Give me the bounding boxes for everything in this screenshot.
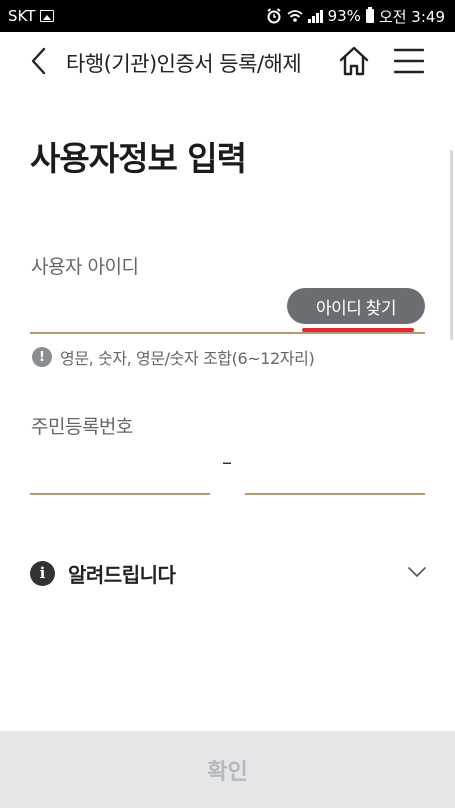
- menu-icon: [393, 48, 425, 74]
- carrier-label: SKT: [8, 7, 36, 25]
- battery-icon: [365, 7, 374, 23]
- status-bar: SKT 93% 오전 3:49: [0, 0, 455, 32]
- chevron-left-icon: [31, 47, 46, 75]
- highlight-underline: [302, 328, 414, 332]
- clock: 오전 3:49: [378, 7, 445, 26]
- status-left: SKT: [8, 7, 55, 25]
- chevron-down-icon: [408, 567, 426, 577]
- user-id-hint-text: 영문, 숫자, 영문/숫자 조합(6~12자리): [60, 349, 315, 368]
- back-button[interactable]: [26, 45, 54, 77]
- alarm-icon: [266, 8, 281, 24]
- notice-toggle[interactable]: i 알려드립니다: [30, 555, 428, 591]
- scrollbar[interactable]: [450, 150, 453, 340]
- wifi-icon: [287, 10, 303, 22]
- page-title: 사용자정보 입력: [30, 139, 247, 178]
- gallery-icon: [40, 10, 55, 22]
- signal-icon: [307, 9, 323, 23]
- rrn-back-input[interactable]: [245, 450, 425, 495]
- find-id-button[interactable]: 아이디 찾기: [287, 288, 425, 324]
- status-right: 93% 오전 3:49: [266, 6, 445, 27]
- home-icon: [339, 46, 369, 76]
- user-id-label: 사용자 아이디: [31, 256, 139, 278]
- rrn-front-input[interactable]: [30, 450, 210, 495]
- menu-button[interactable]: [393, 47, 425, 75]
- rrn-label: 주민등록번호: [31, 416, 133, 438]
- confirm-button[interactable]: 확인: [0, 731, 455, 808]
- exclamation-icon: !: [32, 347, 52, 367]
- battery-percent: 93%: [327, 7, 361, 25]
- rrn-separator: –: [222, 450, 232, 474]
- header-title: 타행(기관)인증서 등록/해제: [66, 52, 302, 76]
- user-id-hint: ! 영문, 숫자, 영문/숫자 조합(6~12자리): [32, 345, 315, 369]
- info-icon: i: [30, 560, 55, 586]
- app-header: 타행(기관)인증서 등록/해제: [0, 32, 455, 90]
- home-button[interactable]: [337, 44, 371, 78]
- notice-label: 알려드립니다: [68, 562, 176, 587]
